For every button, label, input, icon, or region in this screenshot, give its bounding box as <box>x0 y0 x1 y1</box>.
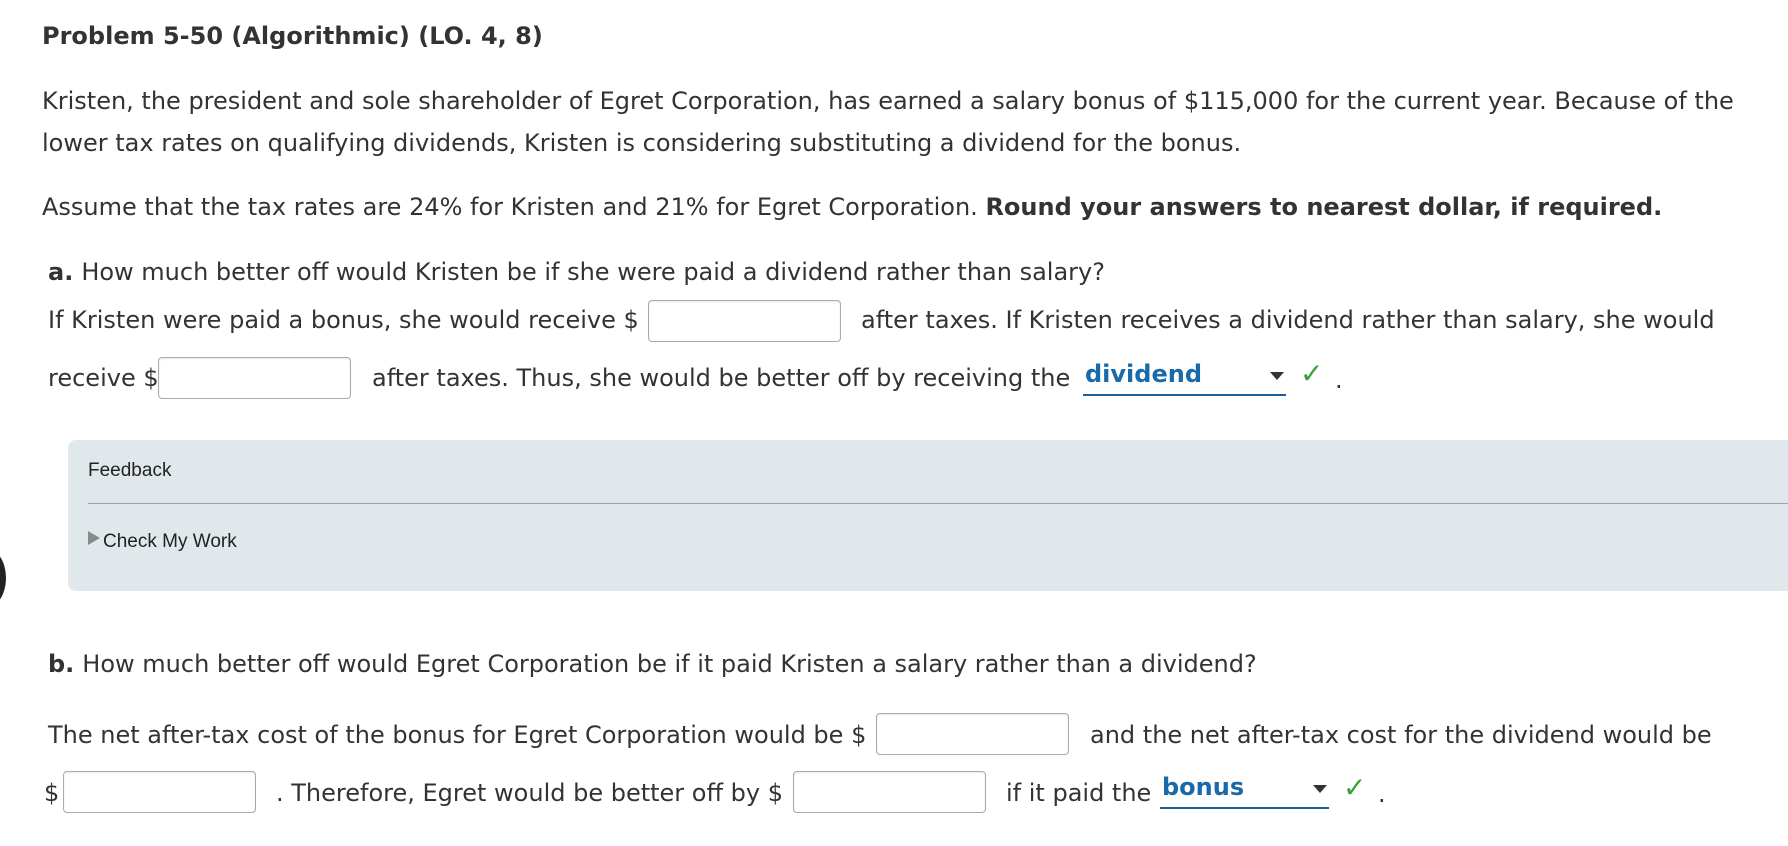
assumption-text: Assume that the tax rates are 24% for Kr… <box>42 193 978 221</box>
problem-assumption: Assume that the tax rates are 24% for Kr… <box>42 186 1662 228</box>
problem-title: Problem 5-50 (Algorithmic) (LO. 4, 8) <box>42 22 543 50</box>
check-my-work-label: Check My Work <box>103 531 237 552</box>
a-line2-pre: receive $ <box>48 364 159 392</box>
b-end-period: . <box>1378 780 1386 808</box>
a-bonus-after-tax-input[interactable] <box>648 300 841 342</box>
question-a-text: How much better off would Kristen be if … <box>81 258 1105 286</box>
b-line1-pre: The net after-tax cost of the bonus for … <box>48 721 867 749</box>
b-line2-mid: . Therefore, Egret would be better off b… <box>276 779 783 807</box>
a-dividend-after-tax-input[interactable] <box>158 357 351 399</box>
a-line1-pre: If Kristen were paid a bonus, she would … <box>48 306 639 334</box>
rounding-instruction: Round your answers to nearest dollar, if… <box>985 193 1663 221</box>
b-better-off-input[interactable] <box>793 771 986 813</box>
b-choice-select[interactable]: bonus <box>1160 773 1329 809</box>
side-tab-circle <box>0 548 6 608</box>
b-dividend-cost-input[interactable] <box>63 771 256 813</box>
a-choice-value: dividend <box>1085 360 1202 388</box>
problem-intro: Kristen, the president and sole sharehol… <box>42 87 1734 157</box>
a-line1-post: after taxes. If Kristen receives a divid… <box>861 306 1715 334</box>
check-my-work-toggle[interactable]: Check My Work <box>88 531 237 553</box>
question-b-text: How much better off would Egret Corporat… <box>82 650 1257 678</box>
triangle-right-icon <box>88 531 100 545</box>
question-b-letter: b. <box>48 650 75 678</box>
question-a: a. How much better off would Kristen be i… <box>48 258 1105 286</box>
b-line2-post: if it paid the <box>1006 779 1152 807</box>
b-line1-post: and the net after-tax cost for the divid… <box>1090 721 1712 749</box>
a-choice-select[interactable]: dividend <box>1083 360 1286 396</box>
a-line2-post: after taxes. Thus, she would be better o… <box>372 364 1071 392</box>
feedback-panel: Feedback Check My Work <box>68 440 1788 591</box>
caret-down-icon <box>1313 785 1327 793</box>
check-icon: ✓ <box>1343 771 1367 804</box>
check-icon: ✓ <box>1300 357 1324 390</box>
b-choice-value: bonus <box>1162 773 1245 801</box>
question-a-letter: a. <box>48 258 74 286</box>
b-line2-pre: $ <box>44 779 60 807</box>
a-end-period: . <box>1335 366 1343 394</box>
caret-down-icon <box>1270 372 1284 380</box>
feedback-divider <box>88 503 1788 504</box>
feedback-title: Feedback <box>88 460 172 481</box>
question-b: b. How much better off would Egret Corpor… <box>48 650 1257 678</box>
b-bonus-cost-input[interactable] <box>876 713 1069 755</box>
